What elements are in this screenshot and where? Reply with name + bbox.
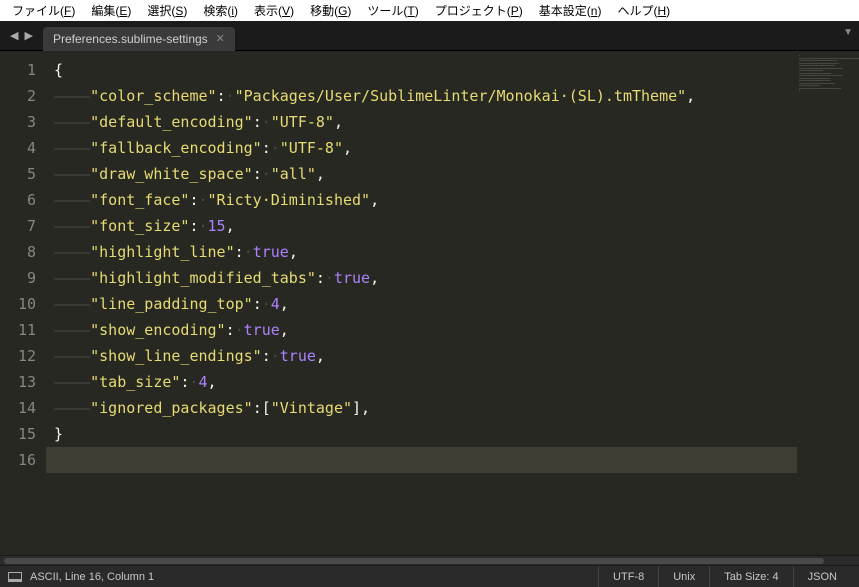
menu-p[interactable]: プロジェクト(P) [427,0,531,21]
code-line[interactable]: { [54,57,797,83]
code-line[interactable]: ————"font_size":·15, [54,213,797,239]
code-line[interactable]: ————"show_line_endings":·true, [54,343,797,369]
close-icon[interactable]: ✕ [216,32,225,45]
panel-toggle-icon[interactable] [8,572,22,582]
menu-f[interactable]: ファイル(F) [4,0,83,21]
menu-v[interactable]: 表示(V) [246,0,302,21]
menu-t[interactable]: ツール(T) [359,0,426,21]
menu-e[interactable]: 編集(E) [83,0,139,21]
nav-forward-icon[interactable]: ▶ [24,29,32,42]
menu-h[interactable]: ヘルプ(H) [609,0,678,21]
status-syntax[interactable]: JSON [793,566,851,587]
code-area[interactable]: {————"color_scheme":·"Packages/User/Subl… [46,51,797,555]
code-line[interactable]: ————"color_scheme":·"Packages/User/Subli… [54,83,797,109]
code-line[interactable]: ————"fallback_encoding":·"UTF-8", [54,135,797,161]
code-line[interactable] [46,447,797,473]
code-line[interactable]: ————"highlight_line":·true, [54,239,797,265]
code-line[interactable]: ————"tab_size":·4, [54,369,797,395]
nav-buttons: ◀ ▶ [0,29,43,42]
nav-back-icon[interactable]: ◀ [10,29,18,42]
code-line[interactable]: ————"ignored_packages":["Vintage"], [54,395,797,421]
code-line[interactable]: ————"show_encoding":·true, [54,317,797,343]
status-line-endings[interactable]: Unix [658,566,709,587]
code-line[interactable]: ————"font_face":·"Ricty·Diminished", [54,187,797,213]
status-encoding[interactable]: UTF-8 [598,566,658,587]
code-line[interactable]: } [54,421,797,447]
code-line[interactable]: ————"draw_white_space":·"all", [54,161,797,187]
menu-n[interactable]: 基本設定(n) [531,0,610,21]
code-line[interactable]: ————"line_padding_top":·4, [54,291,797,317]
minimap[interactable]: ▬▬▬▬▬▬▬▬▬▬▬▬▬▬▬▬▬▬▬▬▬▬▬▬▬▬▬▬▬▬▬▬▬▬▬▬▬▬▬▬… [797,51,859,555]
menu-s[interactable]: 選択(S) [139,0,195,21]
menu-bar: ファイル(F)編集(E)選択(S)検索(i)表示(V)移動(G)ツール(T)プロ… [0,0,859,21]
scrollbar-thumb[interactable] [4,558,824,564]
horizontal-scrollbar[interactable] [0,555,859,565]
tab-title: Preferences.sublime-settings [53,32,208,46]
menu-i[interactable]: 検索(i) [195,0,246,21]
gutter: 12345678910111213141516 [0,51,46,555]
menu-g[interactable]: 移動(G) [302,0,359,21]
status-tab-size[interactable]: Tab Size: 4 [709,566,792,587]
status-position[interactable]: ASCII, Line 16, Column 1 [30,571,154,583]
editor: 12345678910111213141516 {————"color_sche… [0,51,859,555]
status-bar: ASCII, Line 16, Column 1 UTF-8 Unix Tab … [0,565,859,587]
code-line[interactable]: ————"default_encoding":·"UTF-8", [54,109,797,135]
tab-preferences[interactable]: Preferences.sublime-settings ✕ [43,27,235,51]
tab-overflow-icon[interactable]: ▼ [843,27,853,38]
code-line[interactable]: ————"highlight_modified_tabs":·true, [54,265,797,291]
tab-bar: ◀ ▶ Preferences.sublime-settings ✕ ▼ [0,21,859,51]
